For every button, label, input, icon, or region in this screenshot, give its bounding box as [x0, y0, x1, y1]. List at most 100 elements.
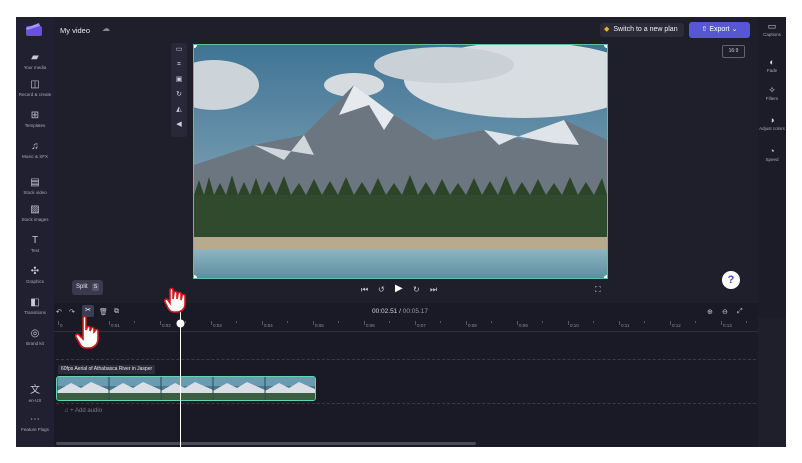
- sidebar-item[interactable]: ◫ Record & create: [16, 79, 54, 97]
- fade-icon: ◐: [769, 57, 775, 67]
- film-icon: ▤: [30, 177, 40, 188]
- forward-5-icon[interactable]: ↻: [413, 285, 420, 294]
- image-icon: ▨: [30, 204, 40, 215]
- ruler-minor-tick: [134, 321, 135, 323]
- track-divider: [56, 403, 756, 404]
- ruler-tick: [313, 321, 314, 325]
- fit-icon[interactable]: ▭: [171, 45, 187, 55]
- undo-icon[interactable]: ↶: [56, 308, 62, 316]
- sidebar-item-label: Graphics: [25, 279, 44, 284]
- zoom-in-icon[interactable]: ⊕: [707, 308, 713, 316]
- ruler-minor-tick: [542, 321, 543, 323]
- ruler-label: 0:06: [366, 323, 375, 328]
- video-clip[interactable]: [56, 376, 316, 401]
- export-button[interactable]: ⇧ Export ⌄: [689, 22, 750, 38]
- language-icon: 文: [30, 385, 40, 396]
- clipchamp-editor: ▰ Your media ◫ Record & create ⊞ Templates ♫ Mu…: [16, 17, 786, 447]
- right-panel-item-label: Adjust colors: [759, 126, 785, 131]
- delete-icon[interactable]: 🗑: [99, 308, 108, 316]
- ruler-minor-tick: [440, 321, 441, 323]
- project-title[interactable]: My video: [60, 26, 90, 35]
- sidebar-item[interactable]: ⊞ Templates: [16, 110, 54, 128]
- record-icon: ◫: [30, 79, 40, 90]
- video-preview[interactable]: [193, 44, 608, 279]
- sidebar-item[interactable]: T Text: [16, 235, 54, 253]
- clip-title: 60fps Aerial of Athabasca River in Jaspe…: [58, 365, 156, 374]
- zoom-out-icon[interactable]: ⊖: [722, 308, 728, 316]
- sidebar-item-label: Transitions: [24, 310, 46, 315]
- hand-cursor-icon: [163, 287, 188, 318]
- adjust-colors-icon: ◑: [769, 115, 775, 125]
- ruler-label: 0:04: [264, 323, 273, 328]
- sidebar-item[interactable]: ◧ Transitions: [16, 297, 54, 315]
- ruler-label: 0:10: [570, 323, 579, 328]
- fullscreen-icon[interactable]: ⛶: [595, 285, 601, 295]
- timecode: 00:02.51 / 00:05.17: [372, 308, 429, 315]
- pip-icon[interactable]: ▣: [171, 75, 187, 85]
- app-logo: [25, 22, 43, 37]
- sidebar-item[interactable]: ⋯ Feature Flags: [16, 414, 54, 432]
- ruler-minor-tick: [644, 321, 645, 323]
- sidebar-item-label: Stock video: [23, 190, 47, 195]
- sidebar-item[interactable]: ✣ Graphics: [16, 266, 54, 284]
- ruler-minor-tick: [338, 321, 339, 323]
- fit-timeline-icon[interactable]: ⤢: [737, 308, 743, 316]
- upload-icon: ⇧: [701, 26, 708, 33]
- resize-handle[interactable]: [604, 275, 607, 278]
- sidebar-item[interactable]: ◎ Brand kit: [16, 328, 54, 346]
- flip-icon[interactable]: ◭: [171, 105, 187, 115]
- ruler-label: 0:08: [468, 323, 477, 328]
- aspect-ratio-button[interactable]: 16:9: [722, 45, 745, 58]
- right-panel-item-label: Fade: [766, 68, 778, 73]
- help-button[interactable]: ?: [722, 271, 740, 289]
- sidebar-item[interactable]: ▰ Your media: [16, 52, 54, 70]
- duplicate-icon[interactable]: ⧉: [114, 308, 119, 316]
- ruler-tick: [466, 321, 467, 325]
- ruler-label: 0: [60, 323, 63, 328]
- right-panel-item[interactable]: ▭ Captions: [758, 21, 786, 37]
- brand-kit-icon: ◎: [30, 328, 40, 339]
- right-panel-item[interactable]: ◐ Fade: [758, 57, 786, 73]
- skip-end-icon[interactable]: ⏭: [430, 285, 437, 295]
- ruler-minor-tick: [236, 321, 237, 323]
- speed-icon: ◔: [769, 146, 775, 156]
- sidebar-item[interactable]: 文 en-US: [16, 385, 54, 403]
- skip-start-icon[interactable]: ⏮: [361, 285, 368, 295]
- ruler-tick: [619, 321, 620, 325]
- sidebar-item[interactable]: ▨ Stock images: [16, 204, 54, 222]
- rewind-5-icon[interactable]: ↺: [378, 285, 385, 294]
- rotate-icon[interactable]: ↻: [171, 90, 187, 100]
- resize-handle[interactable]: [604, 45, 607, 48]
- sidebar-item-label: Record & create: [18, 92, 52, 97]
- play-icon[interactable]: ▶: [395, 283, 403, 294]
- switch-plan-button[interactable]: ◆ Switch to a new plan: [600, 23, 684, 37]
- ruler-minor-tick: [389, 321, 390, 323]
- sidebar-item[interactable]: ♫ Music & SFX: [16, 141, 54, 159]
- ruler-label: 0:12: [672, 323, 681, 328]
- gem-icon: ◆: [604, 26, 610, 33]
- ruler-tick: [721, 321, 722, 325]
- sidebar-item[interactable]: ▤ Stock video: [16, 177, 54, 195]
- timeline-scrollbar[interactable]: [56, 442, 476, 445]
- ruler-tick: [517, 321, 518, 325]
- right-panel-item[interactable]: ◑ Adjust colors: [758, 115, 786, 131]
- right-panel-item-label: Captions: [763, 32, 781, 37]
- more-icon: ⋯: [30, 414, 40, 425]
- right-panel-item[interactable]: ✧ Filters: [758, 85, 786, 101]
- volume-icon[interactable]: ◀: [171, 120, 187, 130]
- ruler-tick: [160, 321, 161, 325]
- crop-icon[interactable]: ⌗: [171, 60, 187, 70]
- ruler-label: 0:05: [315, 323, 324, 328]
- folder-icon: ▰: [31, 52, 39, 63]
- sidebar-item-label: Text: [30, 248, 40, 253]
- ruler-tick: [568, 321, 569, 325]
- right-panel-item[interactable]: ◔ Speed: [758, 146, 786, 162]
- playhead[interactable]: [180, 307, 181, 447]
- resize-handle[interactable]: [194, 275, 197, 278]
- ruler-label: 0:02: [162, 323, 171, 328]
- ruler-minor-tick: [695, 321, 696, 323]
- right-panel-item-label: Filters: [765, 96, 779, 101]
- right-panel-item-label: Speed: [765, 157, 779, 162]
- ruler-tick: [211, 321, 212, 325]
- audio-track[interactable]: ♫ + Add audio: [56, 405, 756, 418]
